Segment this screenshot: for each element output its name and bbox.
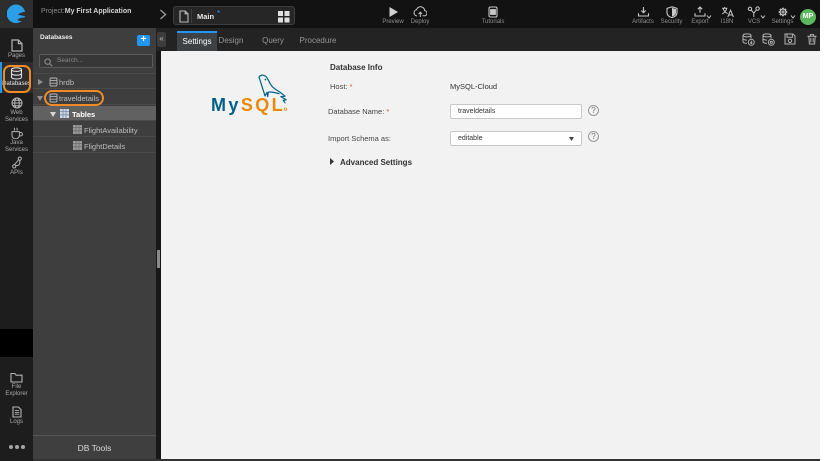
svg-text:MySQL: MySQL	[211, 95, 285, 115]
